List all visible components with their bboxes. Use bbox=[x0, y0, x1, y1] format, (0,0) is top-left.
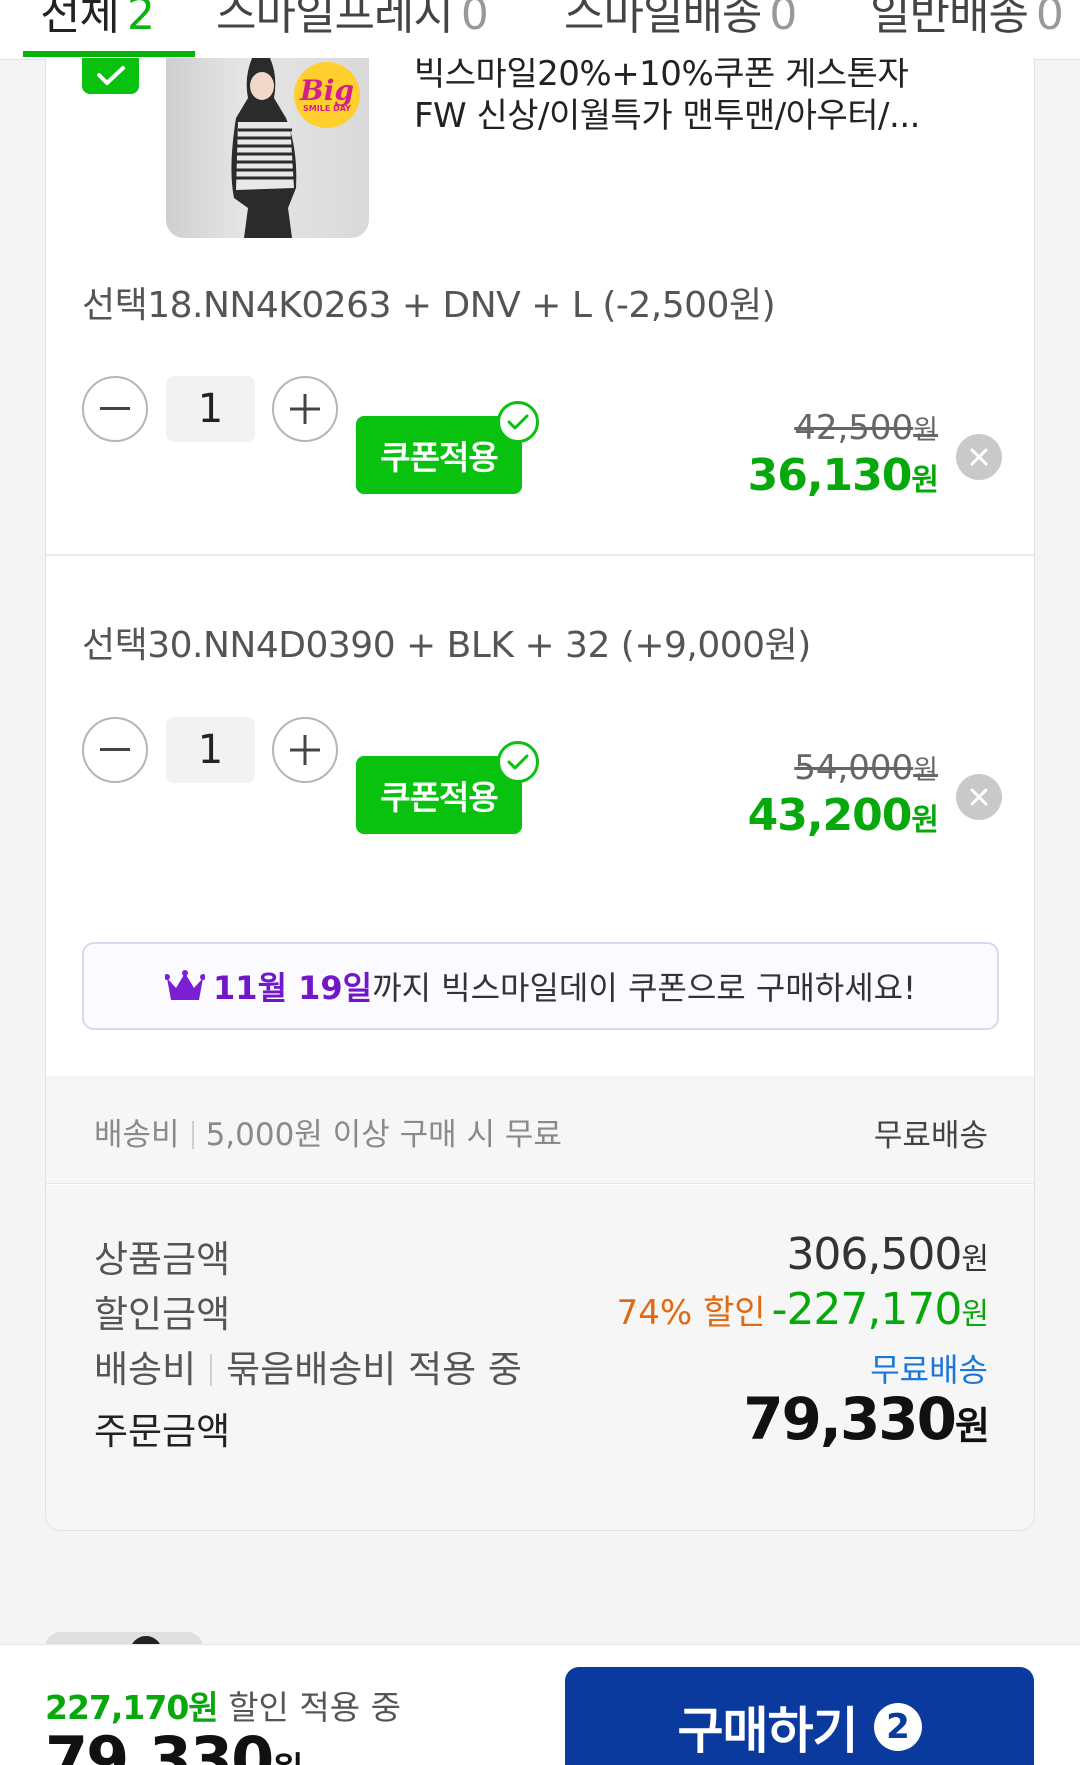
product-model-image bbox=[231, 58, 297, 238]
shipping-condition: 배송비 5,000원 이상 구매 시 무료 bbox=[94, 1109, 562, 1154]
tab-label: 스마일프레시 bbox=[216, 0, 454, 40]
tab-label: 스마일배송 bbox=[564, 0, 762, 40]
quantity-decrease-button[interactable] bbox=[82, 376, 148, 442]
checkout-bar: 227,170원 할인 적용 중 79,330원 구매하기 2 bbox=[0, 1644, 1080, 1765]
cart-item-card: Big SMILE DAY 빅스마일20%+10%쿠폰 게스톤자 FW 신상/이… bbox=[45, 58, 1035, 1531]
discount-amount-value: 74% 할인 -227,170원 bbox=[616, 1284, 989, 1335]
tab-bar: 전체 2 스마일프레시 0 스마일배송 0 일반배송 0 bbox=[0, 0, 1080, 60]
close-icon bbox=[970, 448, 988, 466]
quantity-value[interactable]: 1 bbox=[166, 376, 255, 442]
product-thumbnail[interactable]: Big SMILE DAY bbox=[166, 58, 369, 238]
plus-icon bbox=[290, 735, 320, 765]
minus-icon bbox=[100, 748, 130, 751]
big-smile-day-badge: Big SMILE DAY bbox=[294, 62, 360, 128]
buy-count-badge: 2 bbox=[873, 1703, 922, 1751]
product-amount-value: 306,500원 bbox=[786, 1229, 989, 1280]
shipping-status: 무료배송 bbox=[873, 1118, 988, 1154]
coupon-applied-check-icon bbox=[497, 741, 539, 783]
close-icon bbox=[970, 788, 988, 806]
badge-small-text: SMILE DAY bbox=[303, 103, 351, 113]
order-amount-label: 주문금액 bbox=[94, 1410, 231, 1453]
remove-option-button[interactable] bbox=[956, 774, 1002, 820]
product-amount-label: 상품금액 bbox=[94, 1238, 231, 1281]
buy-button[interactable]: 구매하기 2 bbox=[565, 1667, 1034, 1765]
separator bbox=[191, 1121, 194, 1149]
product-title-line2[interactable]: FW 신상/이월특가 맨투맨/아우터/... bbox=[414, 88, 920, 137]
coupon-applied-check-icon bbox=[497, 401, 539, 443]
original-price: 54,000원 bbox=[794, 748, 938, 788]
crown-icon bbox=[165, 970, 206, 1000]
tab-count: 2 bbox=[126, 0, 155, 40]
tab-count: 0 bbox=[1035, 0, 1064, 40]
option-name: 선택18.NN4K0263 + DNV + L (-2,500원) bbox=[82, 285, 776, 326]
quantity-increase-button[interactable] bbox=[272, 376, 338, 442]
price-summary: 상품금액 306,500원 할인금액 74% 할인 -227,170원 배송비 묶음… bbox=[46, 1185, 1034, 1530]
order-amount-value: 79,330원 bbox=[743, 1385, 990, 1453]
original-price: 42,500원 bbox=[794, 408, 938, 448]
checkmark-icon bbox=[96, 66, 125, 85]
discount-amount-label: 할인금액 bbox=[94, 1293, 231, 1336]
shipping-label: 배송비 bbox=[94, 1117, 180, 1153]
minus-icon bbox=[100, 407, 130, 410]
shipping-condition-text: 5,000원 이상 구매 시 무료 bbox=[205, 1117, 562, 1153]
badge-big-text: Big bbox=[300, 73, 354, 107]
tab-all[interactable]: 전체 2 bbox=[40, 0, 155, 42]
tab-smile-fresh[interactable]: 스마일프레시 0 bbox=[216, 0, 489, 42]
quantity-increase-button[interactable] bbox=[272, 717, 338, 783]
item-select-checkbox[interactable] bbox=[82, 58, 139, 94]
tab-normal-delivery[interactable]: 일반배송 0 bbox=[870, 0, 1064, 42]
tab-smile-delivery[interactable]: 스마일배송 0 bbox=[564, 0, 797, 42]
tab-label: 전체 bbox=[40, 0, 120, 40]
shipping-fee-row: 배송비 5,000원 이상 구매 시 무료 무료배송 bbox=[46, 1076, 1034, 1184]
quantity-decrease-button[interactable] bbox=[82, 717, 148, 783]
buy-button-label: 구매하기 bbox=[677, 1702, 859, 1760]
bundle-shipping-label: 배송비 묶음배송비 적용 중 bbox=[94, 1348, 522, 1391]
option-name: 선택30.NN4D0390 + BLK + 32 (+9,000원) bbox=[82, 625, 811, 666]
quantity-value[interactable]: 1 bbox=[166, 717, 255, 783]
applied-discount-text: 227,170원 할인 적용 중 bbox=[45, 1688, 401, 1727]
tab-count: 0 bbox=[769, 0, 797, 40]
option-divider bbox=[46, 554, 1034, 556]
promo-date: 11월 19일 bbox=[213, 969, 373, 1007]
tab-count: 0 bbox=[460, 0, 489, 40]
tab-label: 일반배송 bbox=[870, 0, 1029, 40]
promo-text: 까지 빅스마일데이 쿠폰으로 구매하세요! bbox=[372, 969, 916, 1007]
promo-banner[interactable]: 11월 19일 까지 빅스마일데이 쿠폰으로 구매하세요! bbox=[82, 942, 999, 1030]
checkout-total: 79,330원 bbox=[45, 1723, 304, 1765]
plus-icon bbox=[290, 394, 320, 424]
remove-option-button[interactable] bbox=[956, 434, 1002, 480]
sale-price: 43,200원 bbox=[747, 790, 939, 841]
sale-price: 36,130원 bbox=[747, 450, 939, 501]
active-tab-indicator bbox=[23, 51, 195, 57]
